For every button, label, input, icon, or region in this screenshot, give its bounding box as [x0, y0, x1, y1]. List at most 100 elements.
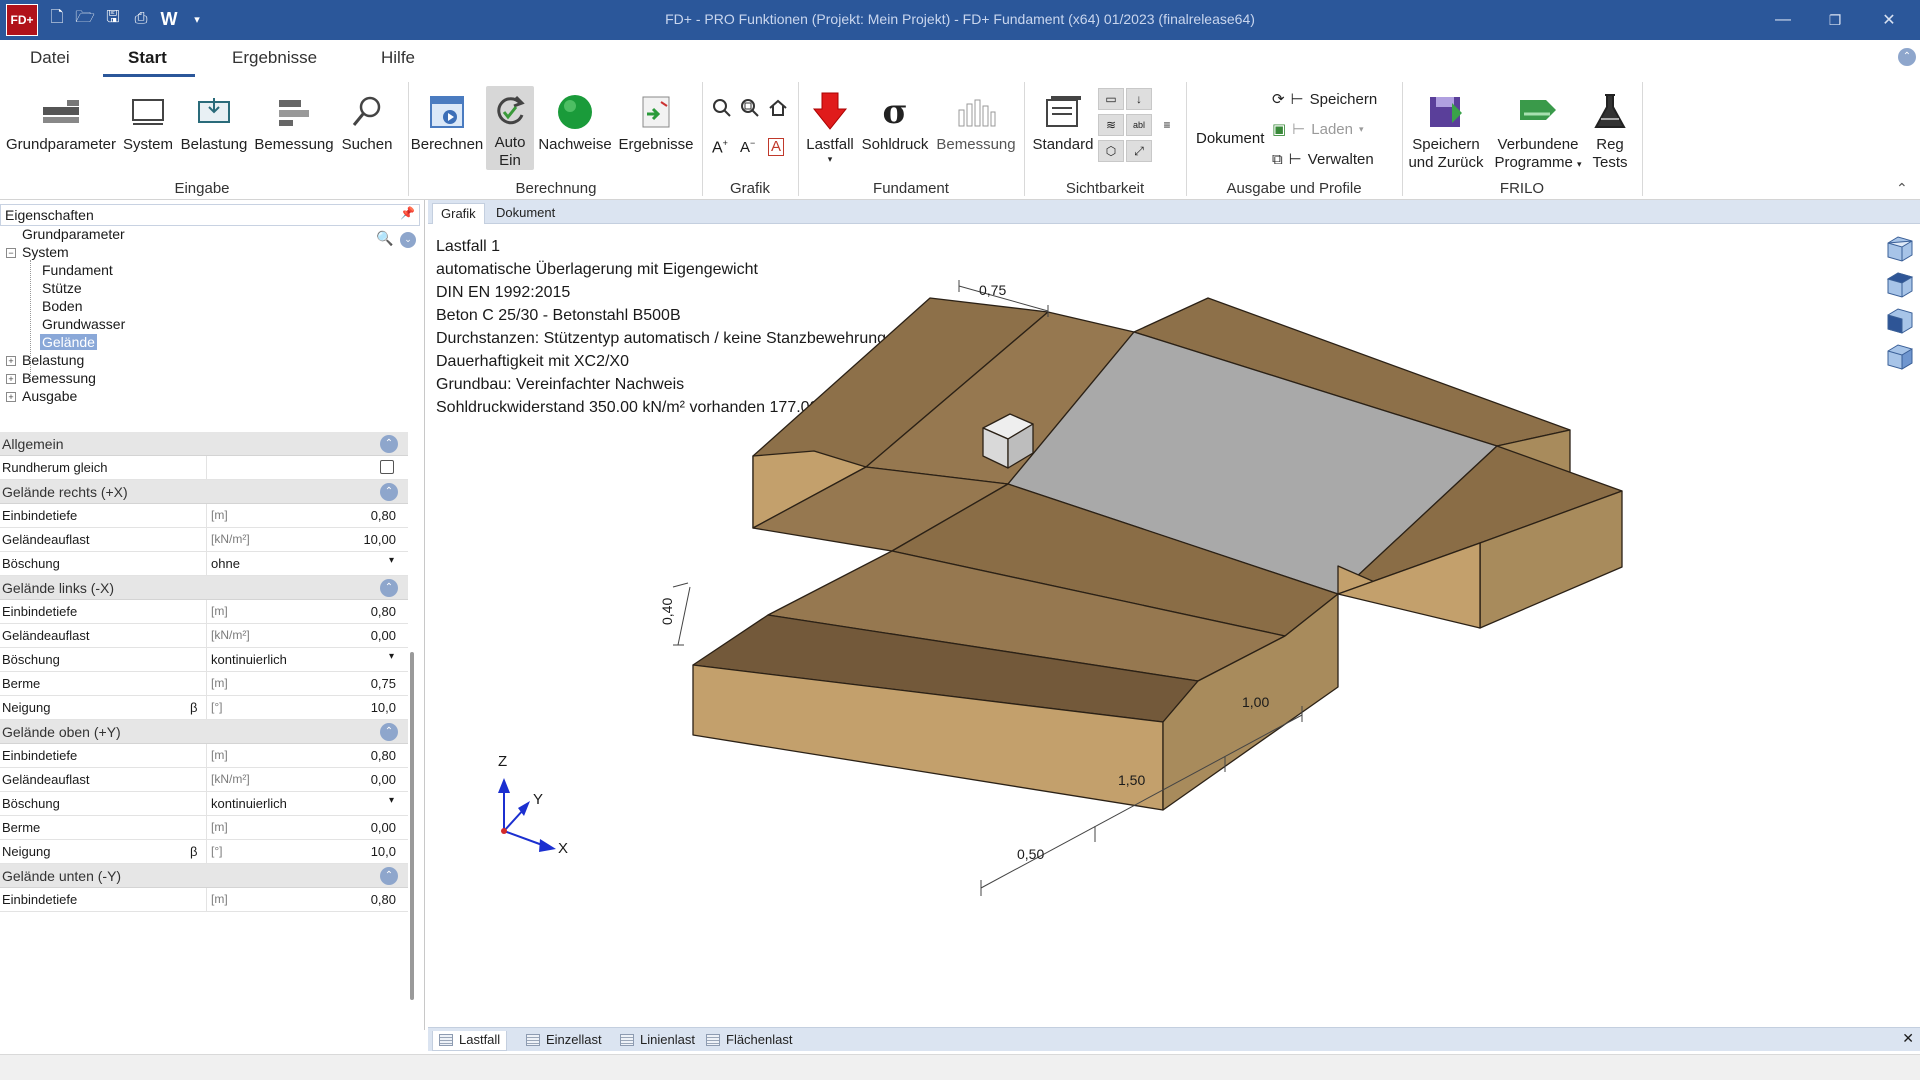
- tab-hilfe[interactable]: Hilfe: [381, 48, 415, 68]
- verwalten-profile-button[interactable]: ⧉ ⊢ Verwalten: [1272, 150, 1374, 169]
- tree-item-system[interactable]: System: [22, 244, 69, 260]
- tab-ergebnisse[interactable]: Ergebnisse: [232, 48, 317, 68]
- tree-item-stuetze[interactable]: Stütze: [42, 280, 82, 296]
- grundparameter-button[interactable]: Grundparameter: [6, 90, 116, 154]
- gelaendeauflast-input[interactable]: [kN/m²] 10,00: [206, 528, 400, 552]
- print-icon[interactable]: ⎙: [130, 8, 152, 30]
- lastfall-button[interactable]: Lastfall ▾: [802, 90, 858, 164]
- view-side-icon[interactable]: [1884, 341, 1914, 371]
- graphic-canvas[interactable]: Lastfall 1 automatische Überlagerung mit…: [428, 225, 1920, 1021]
- standard-view-button[interactable]: Standard: [1030, 90, 1096, 154]
- home-view-icon[interactable]: [768, 98, 788, 118]
- word-export-icon[interactable]: W: [158, 8, 180, 30]
- view-top-icon[interactable]: [1884, 269, 1914, 299]
- zoom-icon[interactable]: [712, 98, 732, 118]
- neigung-input[interactable]: [°] 10,0: [206, 840, 400, 864]
- open-folder-icon[interactable]: 🗁: [74, 8, 96, 30]
- tree-item-belastung[interactable]: Belastung: [22, 352, 84, 368]
- tree-item-boden[interactable]: Boden: [42, 298, 82, 314]
- tab-dokument[interactable]: Dokument: [488, 203, 563, 224]
- tab-lastfall[interactable]: Lastfall: [432, 1031, 508, 1051]
- visibility-load-icon[interactable]: ↓: [1126, 88, 1152, 110]
- close-icon[interactable]: ✕: [1866, 6, 1912, 34]
- visibility-axes-icon[interactable]: ⤢: [1126, 140, 1152, 162]
- boeschung-select[interactable]: ohne ▾: [206, 552, 400, 576]
- berme-input[interactable]: [m] 0,75: [206, 672, 400, 696]
- tree-search-icon[interactable]: 🔍: [376, 230, 393, 247]
- boeschung-select[interactable]: kontinuierlich ▾: [206, 792, 400, 816]
- speichern-profile-button[interactable]: ⟳ ⊢ Speichern: [1272, 90, 1377, 109]
- einbindetiefe-input[interactable]: [m] 0,80: [206, 744, 400, 768]
- tree-item-gelaende[interactable]: Gelände: [40, 334, 97, 350]
- view-iso-icon[interactable]: [1884, 233, 1914, 263]
- berechnen-button[interactable]: Berechnen: [411, 90, 483, 154]
- minimize-icon[interactable]: —: [1760, 6, 1806, 34]
- visibility-bars-icon[interactable]: ≡: [1154, 114, 1180, 136]
- collapse-ribbon-icon[interactable]: ⌃: [1896, 180, 1908, 197]
- tab-datei[interactable]: Datei: [30, 48, 70, 68]
- font-decrease-icon[interactable]: A−: [740, 138, 755, 156]
- section-allgemein: Allgemein ⌃: [0, 432, 408, 456]
- einbindetiefe-input[interactable]: [m] 0,80: [206, 888, 400, 912]
- tree-options-icon[interactable]: ⌄: [400, 232, 416, 248]
- bemessung-eingabe-button[interactable]: Bemessung: [252, 90, 336, 154]
- reg-tests-button[interactable]: Reg Tests: [1586, 90, 1634, 172]
- collapse-section-icon[interactable]: ⌃: [380, 867, 398, 885]
- close-panel-icon[interactable]: ✕: [1902, 1030, 1914, 1047]
- suchen-button[interactable]: Suchen: [340, 90, 394, 154]
- tab-start[interactable]: Start: [128, 48, 167, 68]
- collapse-section-icon[interactable]: ⌃: [380, 579, 398, 597]
- tab-grafik[interactable]: Grafik: [432, 203, 485, 224]
- font-color-icon[interactable]: A: [768, 138, 785, 156]
- bar-chart-icon: [956, 90, 996, 134]
- auto-ein-toggle[interactable]: Auto Ein: [486, 86, 534, 170]
- laden-profile-button[interactable]: ▣ ⊢ Laden ▾: [1272, 120, 1364, 139]
- ergebnisse-button[interactable]: Ergebnisse: [616, 90, 696, 154]
- gelaendeauflast-input[interactable]: [kN/m²] 0,00: [206, 768, 400, 792]
- zoom-fit-icon[interactable]: [740, 98, 760, 118]
- tab-flaechenlast[interactable]: Flächenlast: [700, 1031, 798, 1051]
- save-icon[interactable]: 🖫: [102, 8, 124, 30]
- visibility-dims-icon[interactable]: ▭: [1098, 88, 1124, 110]
- collapse-section-icon[interactable]: ⌃: [380, 723, 398, 741]
- view-front-icon[interactable]: [1884, 305, 1914, 335]
- sohldruck-button[interactable]: σ Sohldruck: [860, 90, 930, 154]
- tree-item-bemessung[interactable]: Bemessung: [22, 370, 96, 386]
- neigung-input[interactable]: [°] 10,0: [206, 696, 400, 720]
- restore-icon[interactable]: ❐: [1812, 6, 1858, 34]
- tab-linienlast[interactable]: Linienlast: [614, 1031, 701, 1051]
- berme-input[interactable]: [m] 0,00: [206, 816, 400, 840]
- tree-item-grundwasser[interactable]: Grundwasser: [42, 316, 125, 332]
- help-info-icon[interactable]: ⌃: [1898, 48, 1916, 66]
- rundherum-checkbox[interactable]: [380, 460, 394, 474]
- tab-einzellast[interactable]: Einzellast: [520, 1031, 608, 1051]
- new-file-icon[interactable]: 🗋: [46, 8, 68, 30]
- pin-icon[interactable]: 📌: [400, 206, 415, 220]
- einbindetiefe-input[interactable]: [m] 0,80: [206, 600, 400, 624]
- collapse-section-icon[interactable]: ⌃: [380, 435, 398, 453]
- quick-access-dropdown-icon[interactable]: ▾: [186, 8, 208, 30]
- verbundene-programme-button[interactable]: Verbundene Programme ▾: [1492, 90, 1584, 173]
- property-grid-scrollbar[interactable]: [410, 652, 414, 1000]
- bemessung-fundament-button[interactable]: Bemessung: [934, 90, 1018, 154]
- einbindetiefe-input[interactable]: [m] 0,80: [206, 504, 400, 528]
- visibility-layers-icon[interactable]: ≋: [1098, 114, 1124, 136]
- gelaendeauflast-input[interactable]: [kN/m²] 0,00: [206, 624, 400, 648]
- dokument-button[interactable]: Dokument: [1196, 130, 1264, 147]
- tree-expand-icon[interactable]: +: [6, 356, 16, 366]
- visibility-cube-icon[interactable]: ⬡: [1098, 140, 1124, 162]
- tree-item-fundament[interactable]: Fundament: [42, 262, 113, 278]
- tree-collapse-icon[interactable]: −: [6, 248, 16, 258]
- boeschung-select[interactable]: kontinuierlich ▾: [206, 648, 400, 672]
- tree-item-ausgabe[interactable]: Ausgabe: [22, 388, 77, 404]
- tree-expand-icon[interactable]: +: [6, 374, 16, 384]
- visibility-label-icon[interactable]: abl: [1126, 114, 1152, 136]
- tree-expand-icon[interactable]: +: [6, 392, 16, 402]
- system-button[interactable]: System: [120, 90, 176, 154]
- belastung-button[interactable]: Belastung: [180, 90, 248, 154]
- nachweise-button[interactable]: Nachweise: [536, 90, 614, 154]
- collapse-section-icon[interactable]: ⌃: [380, 483, 398, 501]
- tree-item-grundparameter[interactable]: Grundparameter: [22, 226, 125, 242]
- speichern-und-zurueck-button[interactable]: Speichern und Zurück: [1406, 90, 1486, 172]
- font-increase-icon[interactable]: A+: [712, 138, 728, 157]
